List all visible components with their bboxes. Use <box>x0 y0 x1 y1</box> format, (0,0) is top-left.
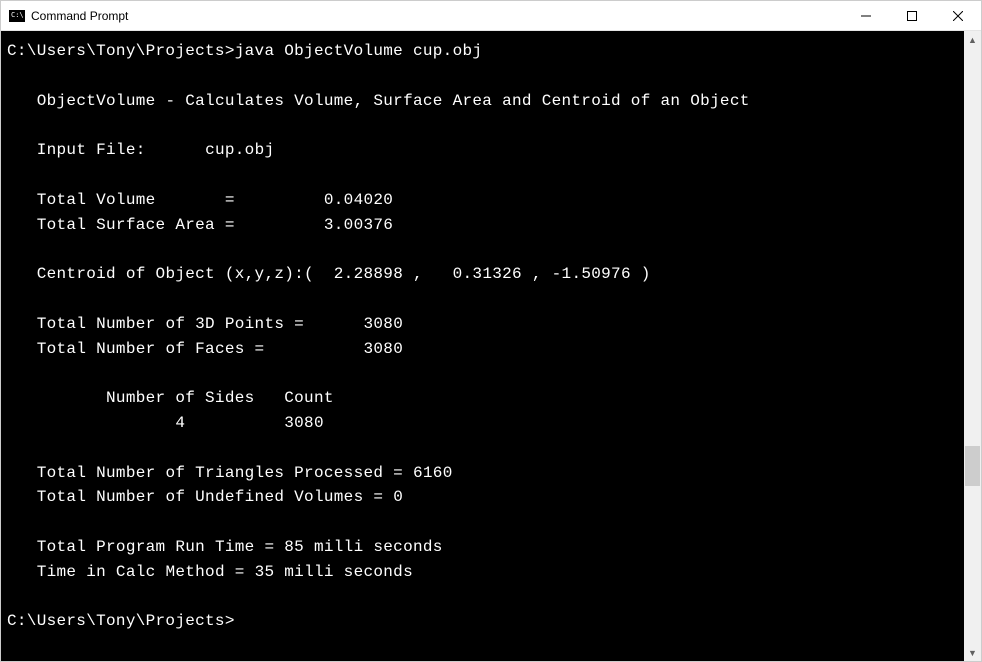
console-output[interactable]: C:\Users\Tony\Projects>java ObjectVolume… <box>1 31 964 661</box>
sides-header: Number of Sides Count <box>106 389 334 407</box>
centroid-line: Centroid of Object (x,y,z):( 2.28898 , 0… <box>37 265 651 283</box>
vertical-scrollbar[interactable]: ▲ ▼ <box>964 31 981 661</box>
window-title: Command Prompt <box>31 9 843 23</box>
app-description: ObjectVolume - Calculates Volume, Surfac… <box>37 92 750 110</box>
prompt-line-2: C:\Users\Tony\Projects> <box>7 612 235 630</box>
total-volume-line: Total Volume = 0.04020 <box>37 191 393 209</box>
total-surface-line: Total Surface Area = 3.00376 <box>37 216 393 234</box>
command-prompt-window: C:\ Command Prompt C:\Users\Tony\Project… <box>0 0 982 662</box>
minimize-button[interactable] <box>843 1 889 30</box>
scroll-down-arrow-icon[interactable]: ▼ <box>964 644 981 661</box>
undefined-volumes-line: Total Number of Undefined Volumes = 0 <box>37 488 403 506</box>
scroll-up-arrow-icon[interactable]: ▲ <box>964 31 981 48</box>
triangles-line: Total Number of Triangles Processed = 61… <box>37 464 453 482</box>
faces-line: Total Number of Faces = 3080 <box>37 340 403 358</box>
input-file-line: Input File: cup.obj <box>37 141 275 159</box>
console-area: C:\Users\Tony\Projects>java ObjectVolume… <box>1 31 981 661</box>
titlebar[interactable]: C:\ Command Prompt <box>1 1 981 31</box>
runtime-line: Total Program Run Time = 85 milli second… <box>37 538 443 556</box>
sides-row: 4 3080 <box>175 414 324 432</box>
points-line: Total Number of 3D Points = 3080 <box>37 315 403 333</box>
prompt-line: C:\Users\Tony\Projects>java ObjectVolume… <box>7 42 482 60</box>
scroll-thumb[interactable] <box>965 446 980 486</box>
cmd-icon: C:\ <box>9 8 25 24</box>
close-button[interactable] <box>935 1 981 30</box>
window-controls <box>843 1 981 30</box>
calctime-line: Time in Calc Method = 35 milli seconds <box>37 563 413 581</box>
maximize-button[interactable] <box>889 1 935 30</box>
